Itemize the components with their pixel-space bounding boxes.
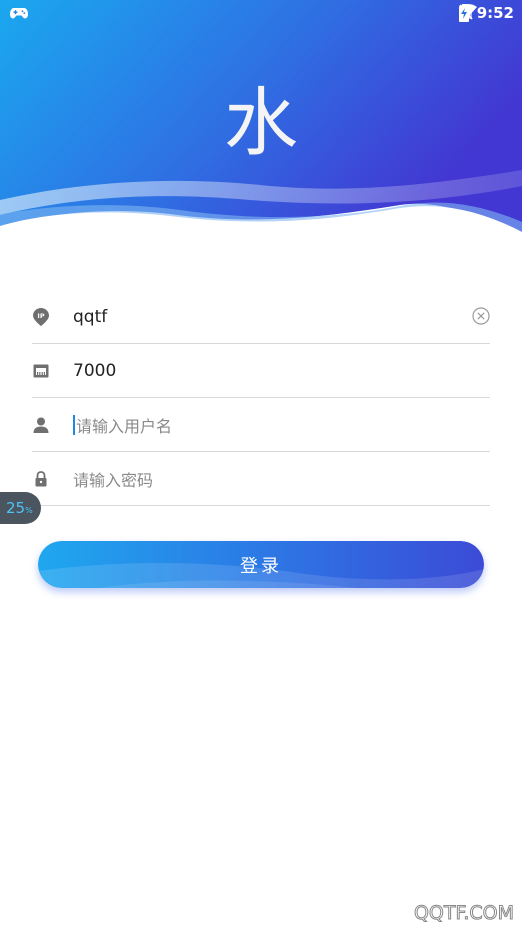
username-row: 请输入用户名 <box>32 398 490 452</box>
svg-text:IP: IP <box>37 312 44 320</box>
login-form: IP qqtf 7000 请输入用户名 请输入密码 <box>32 290 490 506</box>
status-time: 9:52 <box>476 4 514 22</box>
watermark: QQTF.COM <box>413 902 514 925</box>
server-row: IP qqtf <box>32 290 490 344</box>
status-bar: 9:52 <box>0 0 522 28</box>
username-input[interactable]: 请输入用户名 <box>73 398 450 451</box>
password-row: 请输入密码 <box>32 452 490 506</box>
floating-percent-badge[interactable]: 25% <box>0 492 41 524</box>
header-banner: 9:52 水 <box>0 0 522 240</box>
server-input[interactable]: qqtf <box>73 290 450 343</box>
badge-value: 25 <box>6 499 26 517</box>
login-button-label: 登录 <box>240 555 282 577</box>
badge-unit: % <box>25 505 33 515</box>
port-row: 7000 <box>32 344 490 398</box>
lock-icon <box>32 470 50 488</box>
username-placeholder: 请输入用户名 <box>76 416 173 436</box>
port-input[interactable]: 7000 <box>73 344 450 397</box>
login-button[interactable]: 登录 <box>38 541 484 588</box>
ip-location-icon: IP <box>32 307 50 326</box>
user-icon <box>32 416 50 434</box>
password-input[interactable]: 请输入密码 <box>73 452 450 505</box>
port-icon <box>32 362 50 380</box>
app-logo: 水 <box>224 80 298 166</box>
clear-icon[interactable] <box>472 307 490 325</box>
text-cursor <box>73 414 75 435</box>
